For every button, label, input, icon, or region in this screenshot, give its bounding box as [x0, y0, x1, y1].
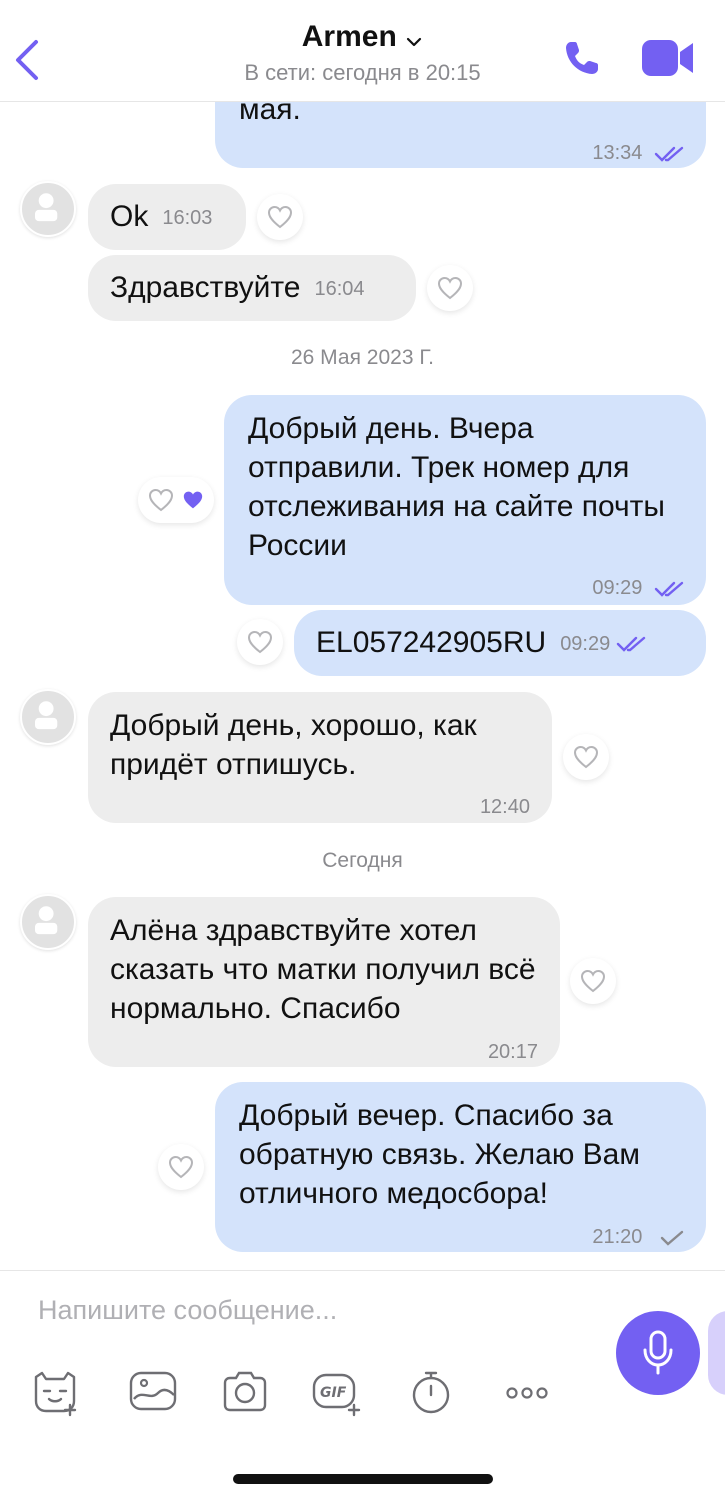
read-ticks-icon: [654, 581, 684, 597]
message-outgoing[interactable]: EL057242905RU 09:29: [294, 610, 706, 676]
heart-outline-icon: [148, 488, 174, 512]
message-text: Алёна здравствуйте хотел сказать что мат…: [110, 914, 536, 1025]
voice-message-button[interactable]: [616, 1311, 700, 1395]
message-time: 12:40: [479, 796, 530, 818]
message-incoming[interactable]: Добрый день, хорошо, как придёт отпишусь…: [88, 692, 552, 823]
like-button[interactable]: [427, 265, 473, 311]
message-text: Добрый день, хорошо, как придёт отпишусь…: [110, 709, 477, 781]
like-button[interactable]: [138, 477, 214, 523]
gif-icon[interactable]: GIF: [312, 1367, 362, 1417]
gallery-icon[interactable]: [128, 1367, 178, 1417]
like-button[interactable]: [158, 1144, 204, 1190]
home-indicator[interactable]: [233, 1474, 493, 1484]
heart-outline-icon: [267, 205, 293, 229]
sticker-icon[interactable]: [30, 1367, 80, 1417]
message-input[interactable]: [38, 1295, 558, 1326]
message-incoming[interactable]: Ok 16:03: [88, 184, 246, 250]
timer-icon[interactable]: [406, 1367, 456, 1417]
message-time: 20:17: [487, 1041, 538, 1063]
avatar[interactable]: [20, 181, 76, 237]
contact-title-block[interactable]: Armen В сети: сегодня в 20:15: [0, 20, 725, 86]
heart-outline-icon: [580, 969, 606, 993]
heart-outline-icon: [168, 1155, 194, 1179]
message-time-block: 09:29: [592, 569, 688, 608]
user-placeholder-icon: [35, 906, 58, 935]
message-incoming[interactable]: Алёна здравствуйте хотел сказать что мат…: [88, 897, 560, 1067]
message-time-block: 13:34: [592, 134, 688, 173]
chevron-down-icon[interactable]: [405, 33, 423, 51]
message-time-block: 21:20: [592, 1218, 688, 1257]
send-button-edge[interactable]: [708, 1311, 725, 1395]
microphone-icon: [643, 1330, 673, 1375]
message-text: EL057242905RU: [316, 626, 547, 659]
more-icon[interactable]: [502, 1367, 552, 1417]
message-text: Здравствуйте: [110, 271, 301, 304]
heart-outline-icon: [247, 630, 273, 654]
message-time: 09:29: [592, 577, 643, 599]
message-outgoing[interactable]: Добрый вечер. Спасибо за обратную связь.…: [215, 1082, 706, 1252]
contact-name[interactable]: Armen: [302, 20, 397, 54]
message-composer: GIF: [0, 1270, 725, 1500]
message-time: 13:34: [592, 142, 643, 164]
video-call-icon[interactable]: [640, 38, 696, 78]
message-time: 16:04: [314, 278, 365, 301]
like-button[interactable]: [570, 958, 616, 1004]
like-button[interactable]: [237, 619, 283, 665]
online-status: В сети: сегодня в 20:15: [244, 60, 481, 85]
like-button[interactable]: [563, 734, 609, 780]
user-placeholder-icon: [35, 701, 58, 730]
heart-outline-icon: [437, 276, 463, 300]
user-placeholder-icon: [35, 193, 58, 222]
like-button[interactable]: [257, 194, 303, 240]
message-text: Добрый день. Вчера отправили. Трек номер…: [248, 412, 665, 562]
date-separator: Сегодня: [322, 849, 403, 872]
heart-filled-icon: [183, 491, 203, 509]
message-text: Ok: [110, 200, 149, 233]
read-ticks-icon: [654, 146, 684, 162]
svg-text:GIF: GIF: [320, 1385, 347, 1401]
message-time: 21:20: [592, 1226, 643, 1248]
read-ticks-icon: [617, 636, 646, 652]
avatar[interactable]: [20, 689, 76, 745]
camera-icon[interactable]: [220, 1367, 270, 1417]
message-time: 09:29: [560, 633, 611, 656]
message-outgoing[interactable]: Добрый день. Вчера отправили. Трек номер…: [224, 395, 706, 605]
message-time: 16:03: [162, 207, 213, 230]
date-separator: 26 Мая 2023 Г.: [290, 346, 434, 369]
avatar[interactable]: [20, 894, 76, 950]
heart-outline-icon: [573, 745, 599, 769]
phone-call-icon[interactable]: [562, 38, 602, 78]
message-text: Добрый вечер. Спасибо за обратную связь.…: [239, 1099, 640, 1210]
chat-header: Armen В сети: сегодня в 20:15: [0, 0, 725, 102]
delivered-tick-icon: [660, 1230, 684, 1246]
message-incoming[interactable]: Здравствуйте 16:04: [88, 255, 416, 321]
